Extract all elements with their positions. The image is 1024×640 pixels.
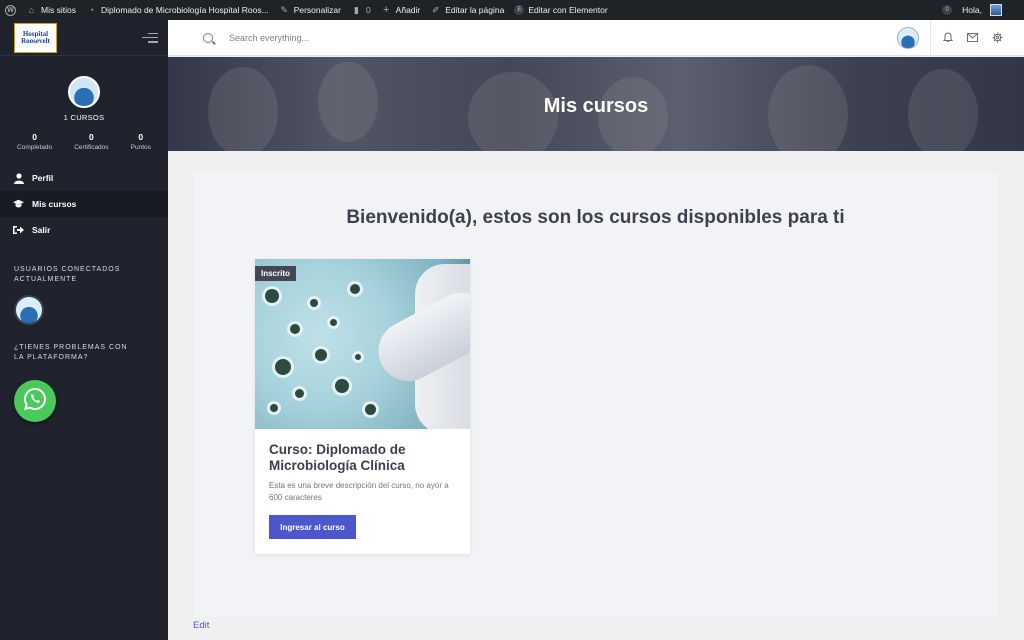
new-content-link[interactable]: + Añadir [376, 0, 426, 20]
stat-certificates: 0 Certificados [74, 132, 108, 151]
site-name-label: Diplomado de Microbiología Hospital Roos… [100, 5, 269, 15]
edit-elementor-label: Editar con Elementor [528, 5, 608, 15]
status-badge: Inscrito [255, 266, 296, 281]
help-title: ¿TIENES PROBLEMAS CON LA PLATAFORMA? [14, 344, 128, 361]
notification-count: 0 [942, 5, 953, 15]
stat-completed: 0 Completado [17, 132, 52, 151]
welcome-heading: Bienvenido(a), estos son los cursos disp… [346, 207, 845, 228]
new-content-label: Añadir [395, 5, 421, 15]
sidebar-item-label: Salir [32, 225, 51, 235]
stat-points: 0 Puntos [131, 132, 151, 151]
course-title[interactable]: Curso: Diplomado de Microbiología Clínic… [255, 429, 470, 474]
stat-label: Puntos [130, 144, 151, 151]
whatsapp-button[interactable] [14, 380, 56, 422]
comment-icon: ▮ [353, 4, 359, 15]
sidebar-item-label: Perfil [32, 173, 54, 183]
collapse-sidebar-icon[interactable] [142, 32, 158, 43]
plus-icon: + [382, 4, 390, 16]
greeting-label: Hola, [962, 5, 982, 15]
notifications-link[interactable]: 0 [937, 0, 957, 20]
divider [930, 19, 931, 56]
course-count: 1 CURSOS [63, 113, 105, 122]
course-description: Esta es una breve descripción del curso,… [269, 481, 449, 502]
page-title: Mis cursos [543, 95, 649, 117]
my-account-link[interactable]: Hola, [957, 0, 1024, 20]
edit-elementor-link[interactable]: E Editar con Elementor [509, 0, 612, 20]
gear-icon[interactable] [985, 32, 1010, 43]
stat-value: 0 [89, 132, 94, 142]
search-icon[interactable] [203, 32, 213, 43]
whatsapp-icon [23, 387, 47, 416]
online-user-avatar[interactable] [14, 295, 44, 325]
user-icon [13, 172, 24, 184]
comments-link[interactable]: ▮ 0 [346, 0, 376, 20]
sidebar-menu: Perfil Mis cursos Salir [0, 165, 168, 243]
search-input[interactable] [229, 32, 529, 43]
wp-admin-bar: W ⌂ Mis sitios ◔ Diplomado de Microbiolo… [0, 0, 1024, 20]
stat-label: Completado [17, 144, 53, 151]
sidebar-item-logout[interactable]: Salir [0, 217, 168, 243]
customize-link[interactable]: ✎ Personalizar [274, 0, 346, 20]
sign-out-icon [13, 225, 24, 236]
online-users-title: USUARIOS CONECTADOS ACTUALMENTE [14, 266, 121, 283]
site-name-link[interactable]: ◔ Diplomado de Microbiología Hospital Ro… [81, 0, 274, 20]
comments-count: 0 [365, 5, 371, 15]
bell-icon[interactable] [935, 32, 960, 43]
logo-text-line-2: Roosevelt [21, 36, 50, 45]
sidebar: Hospital Roosevelt 1 CURSOS 0 Completado… [0, 20, 168, 640]
dashboard-icon: ◔ [88, 5, 95, 15]
stat-value: 0 [32, 132, 37, 142]
courses-panel: Bienvenido(a), estos son los cursos disp… [193, 172, 998, 617]
sidebar-item-profile[interactable]: Perfil [0, 165, 168, 191]
stat-label: Certificados [74, 144, 109, 151]
graduation-cap-icon [13, 199, 24, 210]
hospital-logo[interactable]: Hospital Roosevelt [14, 22, 57, 53]
stats: 0 Completado 0 Certificados 0 Puntos [0, 132, 168, 151]
course-card[interactable]: Inscrito Curso: Diplomado de Microbiolog… [255, 259, 470, 554]
top-header [168, 19, 1024, 56]
pencil-icon: ✐ [431, 4, 440, 15]
hero-banner: Mis cursos [168, 57, 1024, 151]
sidebar-item-my-courses[interactable]: Mis cursos [0, 191, 168, 217]
sites-icon: ⌂ [28, 5, 35, 15]
course-image[interactable]: Inscrito [255, 259, 470, 429]
stat-value: 0 [138, 132, 144, 142]
account-avatar [990, 4, 1002, 16]
edit-page-link[interactable]: ✐ Editar la página [425, 0, 509, 20]
mail-icon[interactable] [960, 33, 985, 42]
profile-summary: 1 CURSOS 0 Completado 0 Certificados 0 P… [0, 56, 168, 151]
avatar[interactable] [68, 76, 100, 108]
wordpress-icon: W [5, 4, 16, 16]
edit-link[interactable]: Edit [193, 620, 209, 631]
my-sites-label: Mis sitios [41, 5, 76, 15]
user-avatar[interactable] [897, 26, 919, 49]
edit-page-label: Editar la página [445, 5, 505, 15]
enter-course-button[interactable]: Ingresar al curso [269, 515, 356, 539]
brush-icon: ✎ [280, 4, 288, 15]
sidebar-item-label: Mis cursos [32, 199, 77, 209]
elementor-icon: E [514, 5, 525, 15]
wordpress-menu[interactable]: W [0, 0, 21, 20]
customize-label: Personalizar [293, 5, 341, 15]
my-sites-link[interactable]: ⌂ Mis sitios [21, 0, 81, 20]
